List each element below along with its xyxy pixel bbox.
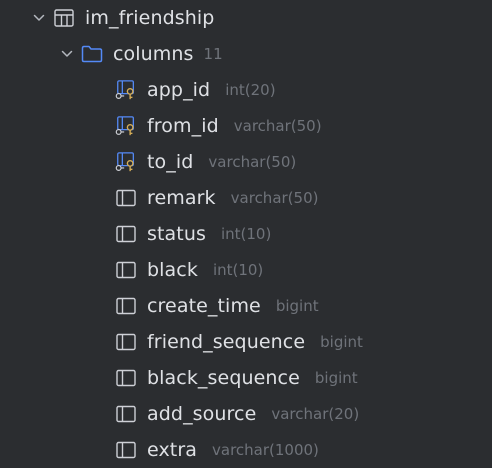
tree-node-table[interactable]: im_friendship bbox=[0, 0, 492, 36]
column-name: black_sequence bbox=[147, 367, 300, 389]
column-icon bbox=[115, 331, 137, 353]
column-icon bbox=[115, 367, 137, 389]
table-icon bbox=[53, 7, 75, 29]
column-name: app_id bbox=[147, 79, 211, 101]
chevron-down-icon[interactable] bbox=[31, 10, 47, 26]
column-name: status bbox=[147, 223, 206, 245]
column-type: bigint bbox=[320, 333, 363, 351]
tree-node-column[interactable]: to_id varchar(50) bbox=[0, 144, 492, 180]
column-name: to_id bbox=[147, 151, 194, 173]
column-name: create_time bbox=[147, 295, 261, 317]
column-name: add_source bbox=[147, 403, 257, 425]
column-type: bigint bbox=[314, 369, 358, 387]
column-icon bbox=[115, 439, 137, 461]
column-type: int(10) bbox=[220, 225, 272, 243]
column-type: varchar(20) bbox=[271, 405, 360, 423]
column-name: friend_sequence bbox=[147, 331, 306, 353]
column-type: varchar(50) bbox=[233, 117, 322, 135]
column-icon bbox=[115, 403, 137, 425]
table-name: im_friendship bbox=[85, 7, 215, 29]
column-type: bigint bbox=[275, 297, 319, 315]
column-type: varchar(50) bbox=[230, 189, 319, 207]
key-column-icon bbox=[115, 151, 137, 173]
column-type: int(20) bbox=[225, 81, 276, 99]
tree-node-column[interactable]: extra varchar(1000) bbox=[0, 432, 492, 468]
column-type: varchar(50) bbox=[208, 153, 297, 171]
key-column-icon bbox=[115, 79, 137, 101]
key-column-icon bbox=[115, 115, 137, 137]
tree-node-column[interactable]: black_sequence bigint bbox=[0, 360, 492, 396]
column-icon bbox=[115, 223, 137, 245]
tree-node-column[interactable]: status int(10) bbox=[0, 216, 492, 252]
column-icon bbox=[115, 187, 137, 209]
columns-folder-label: columns bbox=[113, 43, 194, 65]
column-type: int(10) bbox=[212, 261, 264, 279]
tree-node-column[interactable]: add_source varchar(20) bbox=[0, 396, 492, 432]
tree-node-column[interactable]: create_time bigint bbox=[0, 288, 492, 324]
column-name: remark bbox=[147, 187, 216, 209]
chevron-down-icon[interactable] bbox=[59, 46, 75, 62]
column-name: from_id bbox=[147, 115, 219, 137]
tree-node-column[interactable]: remark varchar(50) bbox=[0, 180, 492, 216]
tree-node-column[interactable]: friend_sequence bigint bbox=[0, 324, 492, 360]
column-icon bbox=[115, 295, 137, 317]
tree-node-column[interactable]: from_id varchar(50) bbox=[0, 108, 492, 144]
tree-node-column[interactable]: black int(10) bbox=[0, 252, 492, 288]
column-type: varchar(1000) bbox=[212, 441, 319, 459]
tree-node-columns-folder[interactable]: columns 11 bbox=[0, 36, 492, 72]
tree-node-column[interactable]: app_id int(20) bbox=[0, 72, 492, 108]
column-name: extra bbox=[147, 439, 198, 461]
column-name: black bbox=[147, 259, 198, 281]
column-icon bbox=[115, 259, 137, 281]
folder-icon bbox=[81, 43, 103, 65]
columns-count: 11 bbox=[203, 45, 223, 63]
